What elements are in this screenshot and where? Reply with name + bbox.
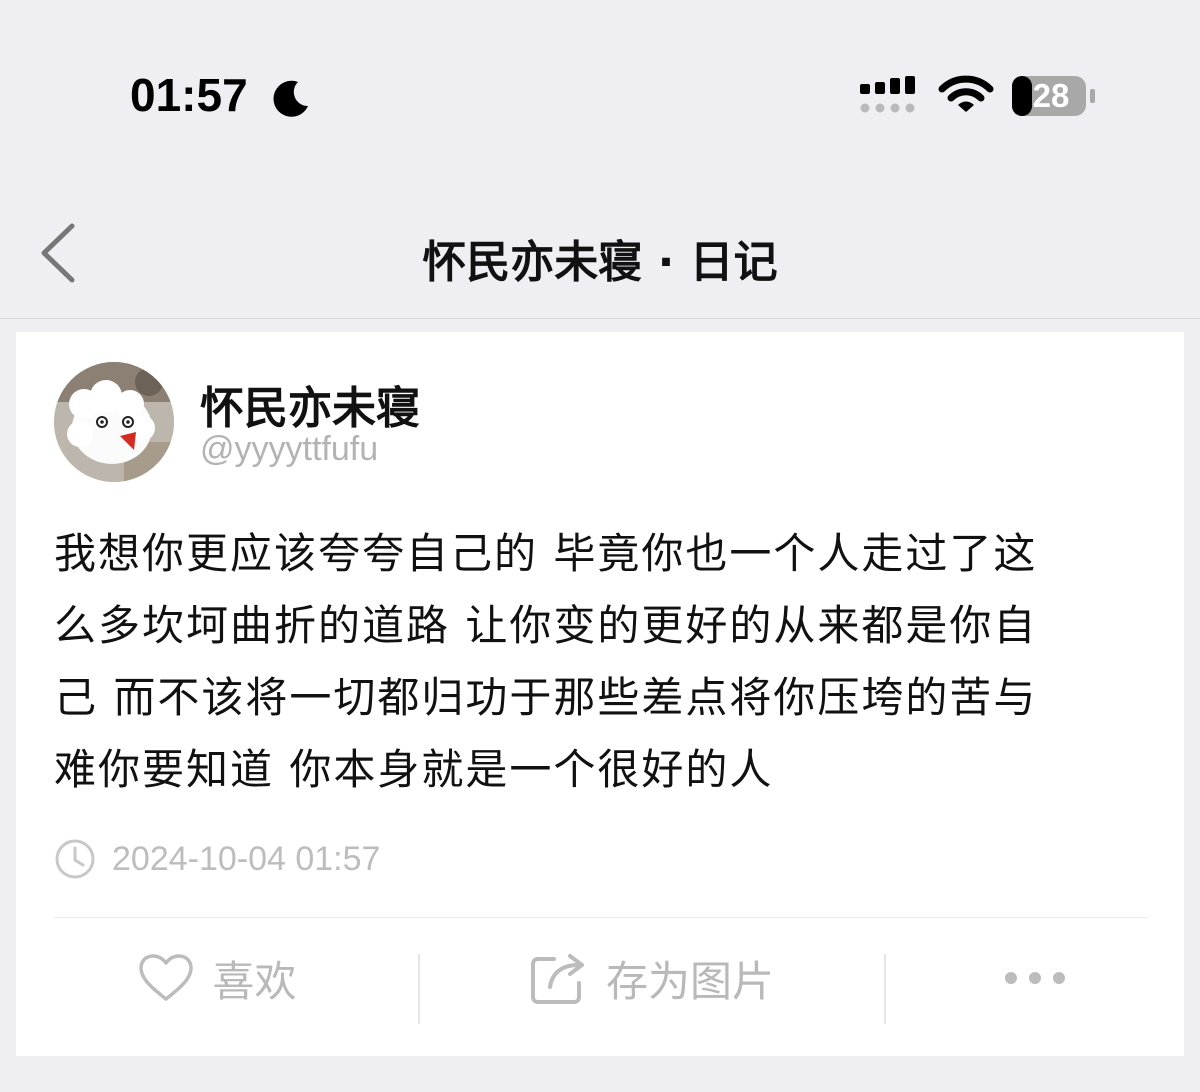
post-body-line: 己 而不该将一切都归功于那些差点将你压垮的苦与 [54, 673, 1038, 722]
status-bar: 01:57 28 [0, 0, 1200, 190]
status-time: 01:57 [130, 69, 248, 121]
page-title: 怀民亦未寝 · 日记 [422, 237, 778, 288]
moon-icon [273, 80, 308, 117]
post-body-line: 么多坎坷曲折的道路 让你变的更好的从来都是你自 [54, 601, 1038, 650]
clock-icon [55, 839, 95, 879]
post-body-line: 我想你更应该夸夸自己的 毕竟你也一个人走过了这 [54, 529, 1038, 578]
post-author-name[interactable]: 怀民亦未寝 [200, 372, 420, 436]
post-timestamp: 2024-10-04 01:57 [112, 840, 381, 878]
save-as-image-button[interactable]: 存为图片 [420, 918, 884, 1038]
post-body-line: 难你要知道 你本身就是一个很好的人 [54, 745, 774, 794]
avatar[interactable] [54, 362, 174, 482]
more-dots-icon [1004, 972, 1065, 984]
like-button[interactable]: 喜欢 [16, 918, 419, 1038]
heart-icon [139, 954, 194, 1001]
post-body: 我想你更应该夸夸自己的 毕竟你也一个人走过了这 么多坎坷曲折的道路 让你变的更好… [54, 518, 1134, 806]
post-card: 怀民亦未寝 @yyyyttfufu 我想你更应该夸夸自己的 毕竟你也一个人走过了… [16, 332, 1184, 1056]
like-label: 喜欢 [212, 956, 297, 1006]
navigation-bar: 怀民亦未寝 · 日记 [0, 190, 1200, 319]
battery-level: 28 [1032, 77, 1070, 114]
post-author-handle: @yyyyttfufu [200, 430, 379, 468]
post-actions: 喜欢 存为图片 [16, 918, 1184, 1056]
save-as-image-label: 存为图片 [605, 956, 774, 1006]
share-export-icon [530, 954, 584, 1004]
cellular-signal-icon [860, 76, 915, 113]
wifi-icon [938, 75, 994, 112]
more-button[interactable] [885, 918, 1184, 1038]
